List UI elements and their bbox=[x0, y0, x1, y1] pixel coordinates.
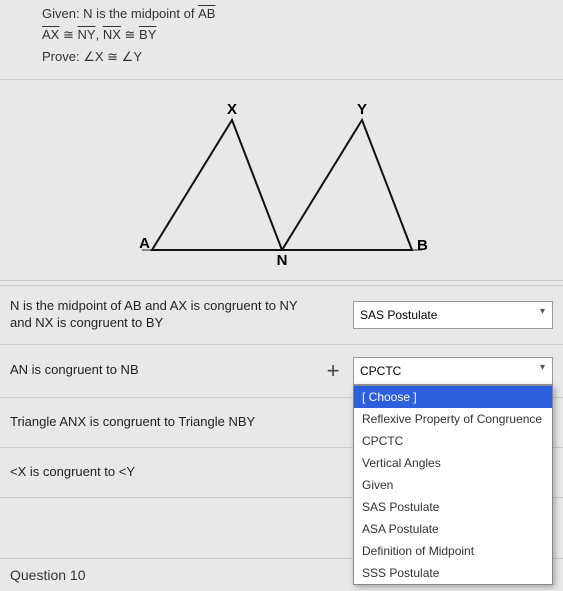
reason-select-2[interactable]: CPCTC bbox=[353, 357, 553, 385]
dropdown-option-asa[interactable]: ASA Postulate bbox=[354, 518, 552, 540]
proof-row-1: N is the midpoint of AB and AX is congru… bbox=[0, 286, 563, 345]
reason-dropdown-open: [ Choose ] Reflexive Property of Congrue… bbox=[353, 385, 553, 585]
angle-x: ∠X bbox=[83, 49, 103, 64]
statement-1: N is the midpoint of AB and AX is congru… bbox=[10, 298, 313, 332]
congruent-symbol: ≅ bbox=[125, 27, 136, 42]
label-x: X bbox=[226, 101, 236, 118]
label-n: N bbox=[276, 252, 287, 269]
prove-line: Prove: ∠X ≅ ∠Y bbox=[42, 49, 551, 65]
reason-select-1[interactable]: SAS Postulate bbox=[353, 301, 553, 329]
label-b: B bbox=[417, 237, 428, 254]
dropdown-option-reflexive[interactable]: Reflexive Property of Congruence bbox=[354, 408, 552, 430]
dropdown-option-given[interactable]: Given bbox=[354, 474, 552, 496]
statement-3: Triangle ANX is congruent to Triangle NB… bbox=[10, 414, 313, 431]
seg-by: BY bbox=[139, 27, 156, 42]
congruent-symbol: ≅ bbox=[63, 27, 74, 42]
reason-box-2: CPCTC [ Choose ] Reflexive Property of C… bbox=[353, 357, 553, 385]
seg-ny: NY bbox=[78, 27, 96, 42]
label-y: Y bbox=[356, 101, 366, 118]
congruent-symbol: ≅ bbox=[107, 49, 118, 64]
dropdown-option-sas[interactable]: SAS Postulate bbox=[354, 496, 552, 518]
prove-prefix: Prove: bbox=[42, 49, 83, 64]
angle-y: ∠Y bbox=[122, 49, 142, 64]
congruence-line: AX ≅ NY, NX ≅ BY bbox=[42, 27, 551, 43]
segment-ab: AB bbox=[198, 6, 215, 21]
diagram-area: A N B X Y bbox=[0, 80, 563, 281]
reason-box-1: SAS Postulate bbox=[353, 301, 553, 329]
given-line: Given: N is the midpoint of AB bbox=[42, 6, 551, 21]
dropdown-option-sss[interactable]: SSS Postulate bbox=[354, 562, 552, 584]
dropdown-option-cpctc[interactable]: CPCTC bbox=[354, 430, 552, 452]
triangles-diagram: A N B X Y bbox=[112, 100, 452, 270]
dropdown-option-vertical-angles[interactable]: Vertical Angles bbox=[354, 452, 552, 474]
seg-nx: NX bbox=[103, 27, 121, 42]
plus-2[interactable]: + bbox=[313, 358, 353, 384]
dropdown-option-def-midpoint[interactable]: Definition of Midpoint bbox=[354, 540, 552, 562]
seg-ax: AX bbox=[42, 27, 59, 42]
proof-row-2: AN is congruent to NB + CPCTC [ Choose ]… bbox=[0, 345, 563, 398]
problem-header: Given: N is the midpoint of AB AX ≅ NY, … bbox=[0, 0, 563, 80]
statement-4: <X is congruent to <Y bbox=[10, 464, 313, 481]
comma: , bbox=[96, 27, 100, 42]
statement-2: AN is congruent to NB bbox=[10, 362, 313, 379]
given-prefix: Given: N is the midpoint of bbox=[42, 6, 198, 21]
label-a: A bbox=[139, 235, 150, 252]
proof-section: N is the midpoint of AB and AX is congru… bbox=[0, 285, 563, 498]
dropdown-option-choose[interactable]: [ Choose ] bbox=[354, 386, 552, 408]
